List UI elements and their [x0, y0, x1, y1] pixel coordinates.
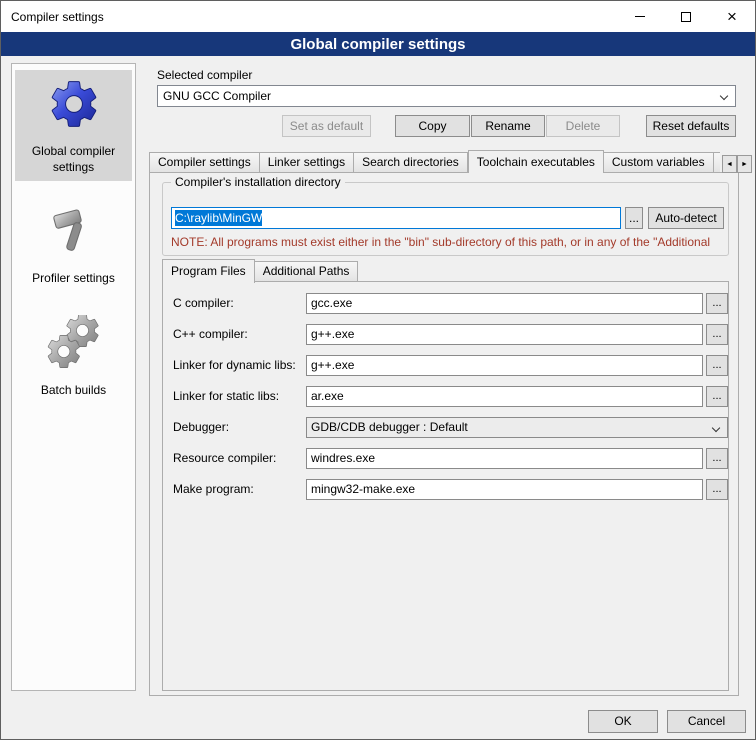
linker-dynamic-input[interactable]: g++.exe — [306, 355, 703, 376]
debugger-select-value: GDB/CDB debugger : Default — [311, 420, 468, 434]
sidebar-item-label: Batch builds — [41, 383, 106, 399]
compiler-select-value: GNU GCC Compiler — [163, 89, 271, 103]
program-files-page: C compiler: gcc.exe ... C++ compiler: g+… — [162, 281, 729, 691]
cpp-compiler-input[interactable]: g++.exe — [306, 324, 703, 345]
sidebar-item-label: Global compiler settings — [17, 144, 130, 175]
maximize-icon — [681, 12, 691, 22]
tab-strip: Compiler settings Linker settings Search… — [149, 149, 752, 173]
minimize-button[interactable] — [617, 1, 663, 32]
cpp-compiler-label: C++ compiler: — [173, 324, 248, 345]
debugger-label: Debugger: — [173, 417, 229, 438]
debugger-select[interactable]: GDB/CDB debugger : Default — [306, 417, 728, 438]
set-as-default-button: Set as default — [282, 115, 371, 137]
reset-defaults-button[interactable]: Reset defaults — [646, 115, 736, 137]
minimize-icon — [635, 16, 645, 17]
resource-compiler-label: Resource compiler: — [173, 448, 276, 469]
make-program-browse-button[interactable]: ... — [706, 479, 728, 500]
compiler-select[interactable]: GNU GCC Compiler — [157, 85, 736, 107]
category-list: Global compiler settings Profiler settin… — [11, 63, 136, 691]
cpp-compiler-browse-button[interactable]: ... — [706, 324, 728, 345]
maximize-button[interactable] — [663, 1, 709, 32]
installation-directory-legend: Compiler's installation directory — [171, 175, 345, 189]
titlebar: Compiler settings × — [1, 1, 755, 32]
tab-custom-variables[interactable]: Custom variables — [604, 152, 714, 173]
window-title: Compiler settings — [1, 10, 104, 24]
gear-blue-icon — [44, 74, 104, 134]
selected-text: C:\raylib\MinGW — [175, 210, 262, 226]
arrow-left-icon: ◄ — [726, 161, 733, 168]
toolchain-executables-page: Compiler's installation directory C:\ray… — [149, 172, 739, 696]
tab-scroll-buttons: ◄ ► — [722, 155, 752, 173]
delete-button: Delete — [546, 115, 620, 137]
hammer-icon — [44, 201, 104, 261]
c-compiler-label: C compiler: — [173, 293, 234, 314]
tab-scroll-left-button[interactable]: ◄ — [722, 155, 737, 173]
close-icon: × — [727, 8, 737, 25]
tabs: Compiler settings Linker settings Search… — [149, 149, 720, 173]
subtab-additional-paths[interactable]: Additional Paths — [255, 261, 359, 282]
make-program-input[interactable]: mingw32-make.exe — [306, 479, 703, 500]
subtab-strip: Program Files Additional Paths — [162, 260, 358, 282]
subtab-program-files[interactable]: Program Files — [162, 259, 255, 283]
tab-linker-settings[interactable]: Linker settings — [260, 152, 354, 173]
ok-button[interactable]: OK — [588, 710, 658, 733]
linker-dynamic-label: Linker for dynamic libs: — [173, 355, 296, 376]
sidebar-item-batch-builds[interactable]: Batch builds — [15, 309, 132, 405]
linker-static-label: Linker for static libs: — [173, 386, 279, 407]
resource-compiler-input[interactable]: windres.exe — [306, 448, 703, 469]
note-text: NOTE: All programs must exist either in … — [171, 235, 724, 249]
linker-static-input[interactable]: ar.exe — [306, 386, 703, 407]
arrow-right-icon: ► — [741, 161, 748, 168]
sidebar-item-global-compiler-settings[interactable]: Global compiler settings — [15, 70, 132, 181]
main-panel: Selected compiler GNU GCC Compiler Set a… — [146, 59, 752, 699]
make-program-label: Make program: — [173, 479, 254, 500]
linker-static-browse-button[interactable]: ... — [706, 386, 728, 407]
browse-install-dir-button[interactable]: ... — [625, 207, 643, 229]
install-dir-input[interactable]: C:\raylib\MinGW — [171, 207, 621, 229]
c-compiler-input[interactable]: gcc.exe — [306, 293, 703, 314]
tab-search-directories[interactable]: Search directories — [354, 152, 468, 173]
cancel-button[interactable]: Cancel — [667, 710, 746, 733]
tab-toolchain-executables[interactable]: Toolchain executables — [468, 150, 604, 173]
installation-directory-group: Compiler's installation directory C:\ray… — [162, 182, 729, 256]
close-button[interactable]: × — [709, 1, 755, 32]
rename-button[interactable]: Rename — [471, 115, 545, 137]
sidebar-item-label: Profiler settings — [32, 271, 115, 287]
page-title: Global compiler settings — [1, 32, 755, 56]
chevron-down-icon — [712, 424, 720, 432]
resource-compiler-browse-button[interactable]: ... — [706, 448, 728, 469]
compiler-settings-window: Compiler settings × Global compiler sett… — [0, 0, 756, 740]
gears-gray-icon — [44, 313, 104, 373]
caption-buttons: × — [617, 1, 755, 32]
chevron-down-icon — [720, 92, 728, 100]
auto-detect-button[interactable]: Auto-detect — [648, 207, 724, 229]
selected-compiler-label: Selected compiler — [157, 67, 252, 83]
tab-compiler-settings[interactable]: Compiler settings — [149, 152, 260, 173]
copy-button[interactable]: Copy — [395, 115, 470, 137]
sidebar-item-profiler-settings[interactable]: Profiler settings — [15, 197, 132, 293]
c-compiler-browse-button[interactable]: ... — [706, 293, 728, 314]
tab-scroll-right-button[interactable]: ► — [737, 155, 752, 173]
linker-dynamic-browse-button[interactable]: ... — [706, 355, 728, 376]
tab-build-options[interactable]: Build — [714, 152, 720, 173]
